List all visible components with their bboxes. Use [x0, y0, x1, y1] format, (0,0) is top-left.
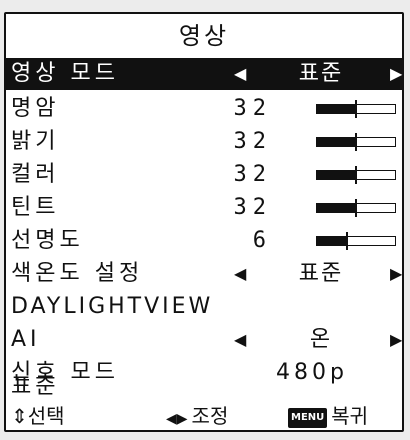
arrow-left-icon[interactable]: ◀ — [234, 58, 246, 90]
color-slider[interactable] — [316, 166, 396, 184]
arrow-left-icon[interactable]: ◀ — [234, 324, 246, 356]
brightness-label: 밝기 — [11, 129, 60, 154]
brightness-slider[interactable] — [316, 133, 396, 151]
color-temp-value: 표준 — [298, 261, 344, 286]
leftright-arrow-icon: ◀▶ — [166, 411, 188, 427]
sharpness-slider[interactable] — [316, 232, 396, 250]
standard-label: 표준 — [11, 374, 60, 399]
picture-mode-value: 표준 — [298, 61, 344, 86]
sharpness-value: 6 — [252, 228, 272, 253]
ai-label: AI — [11, 327, 41, 352]
arrow-left-icon[interactable]: ◀ — [234, 258, 246, 290]
color-label: 컬러 — [11, 162, 60, 187]
tint-slider[interactable] — [316, 199, 396, 217]
color-value: 32 — [233, 162, 272, 187]
standard-row[interactable]: 표준 — [6, 374, 402, 400]
footer-hints: ⇕선택 ◀▶ 조정 MENU 복귀 — [6, 400, 402, 432]
contrast-label: 명암 — [11, 96, 60, 121]
adjust-hint-label: 조정 — [191, 404, 229, 428]
brightness-row[interactable]: 밝기 32 — [6, 126, 402, 158]
color-temp-row[interactable]: 색온도 설정 ◀ 표준 ▶ — [6, 258, 402, 290]
back-hint-label: 복귀 — [331, 404, 369, 428]
arrow-right-icon[interactable]: ▶ — [390, 58, 402, 90]
ai-value: 온 — [309, 327, 333, 352]
tint-value: 32 — [233, 195, 272, 220]
tint-label: 틴트 — [11, 195, 60, 220]
contrast-slider[interactable] — [316, 100, 396, 118]
select-hint: ⇕선택 — [11, 400, 65, 432]
daylightview-label: DAYLIGHTVIEW — [11, 294, 214, 319]
contrast-row[interactable]: 명암 32 — [6, 93, 402, 125]
brightness-value: 32 — [233, 129, 272, 154]
picture-osd-menu: 영상 영상 모드 ◀ 표준 ▶ 명암 32 밝기 32 컬러 32 틴트 32 … — [4, 12, 404, 432]
contrast-value: 32 — [233, 96, 272, 121]
sharpness-label: 선명도 — [11, 228, 84, 253]
daylightview-row[interactable]: DAYLIGHTVIEW — [6, 291, 402, 323]
ai-row[interactable]: AI ◀ 온 ▶ — [6, 324, 402, 356]
arrow-right-icon[interactable]: ▶ — [390, 258, 402, 290]
back-hint: MENU 복귀 — [288, 400, 368, 432]
picture-mode-label: 영상 모드 — [11, 61, 119, 86]
tint-row[interactable]: 틴트 32 — [6, 192, 402, 224]
menu-key-icon: MENU — [288, 407, 328, 428]
arrow-right-icon[interactable]: ▶ — [390, 324, 402, 356]
updown-arrow-icon: ⇕ — [11, 404, 28, 428]
color-row[interactable]: 컬러 32 — [6, 159, 402, 191]
sharpness-row[interactable]: 선명도 6 — [6, 225, 402, 257]
select-hint-label: 선택 — [27, 404, 65, 428]
color-temp-label: 색온도 설정 — [11, 261, 144, 286]
menu-title: 영상 — [178, 22, 230, 50]
picture-mode-row[interactable]: 영상 모드 ◀ 표준 ▶ — [6, 58, 402, 90]
adjust-hint: ◀▶ 조정 — [166, 400, 228, 435]
